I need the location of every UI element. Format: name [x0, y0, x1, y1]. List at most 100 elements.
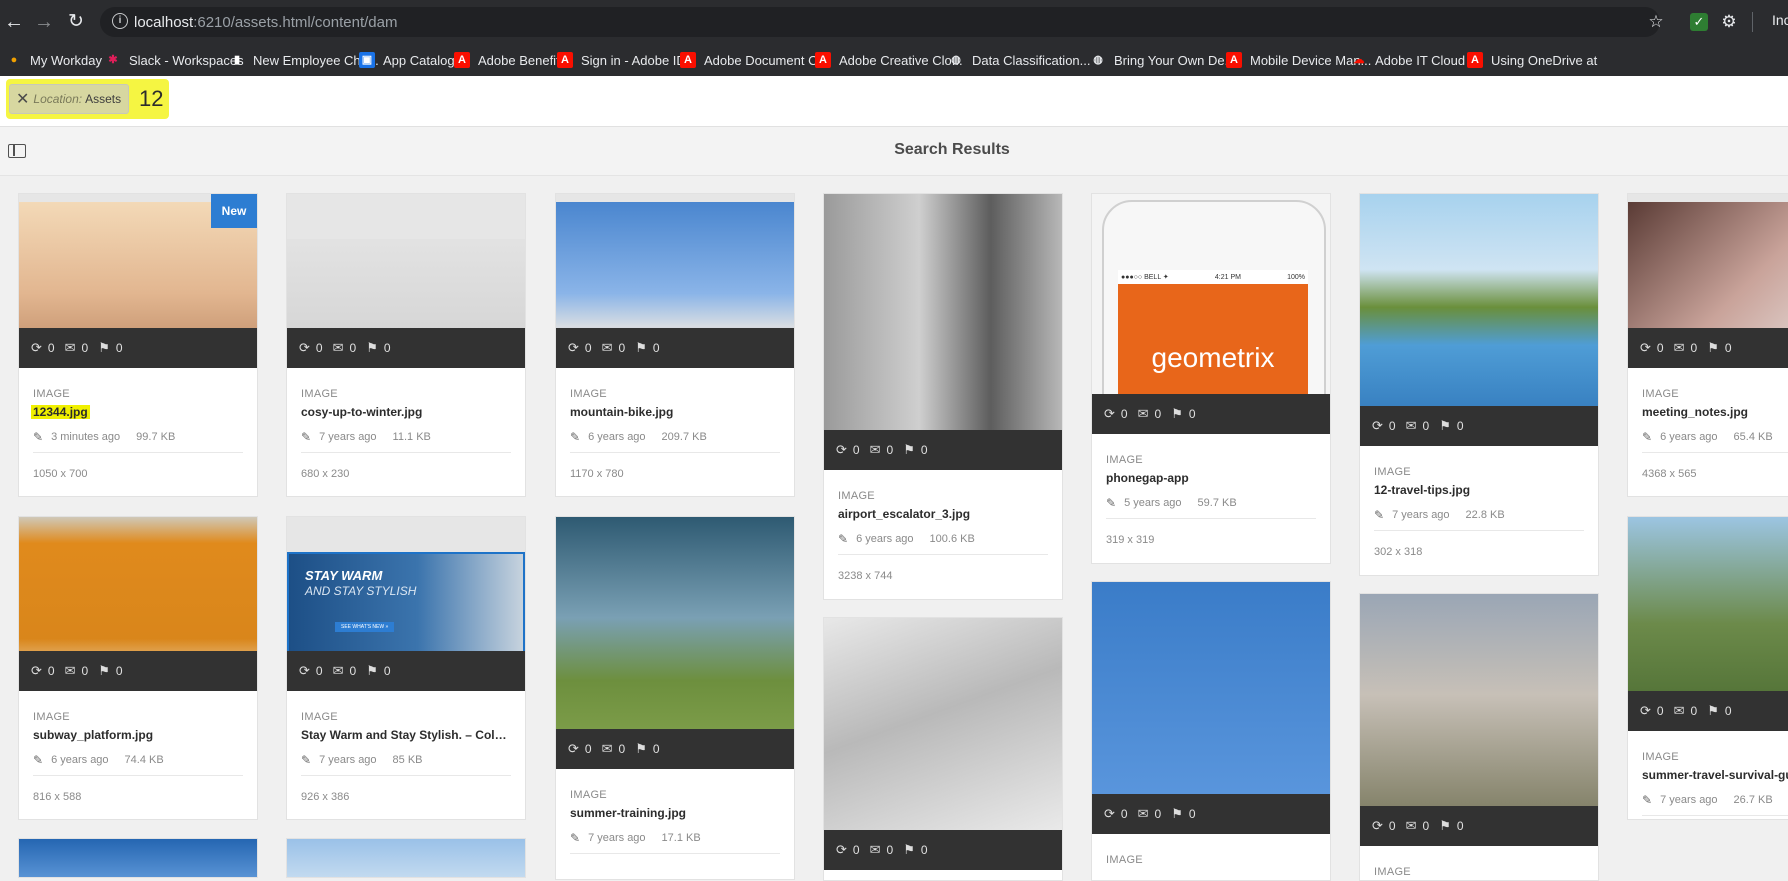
- asset-card[interactable]: ⟳ 0 ✉ 0 ⚑ 0: [823, 617, 1063, 881]
- url-text[interactable]: localhost:6210/assets.html/content/dam: [134, 14, 397, 31]
- bookmark-item[interactable]: A Using OneDrive at: [1467, 44, 1597, 76]
- asset-card[interactable]: ⟳ 0 ✉ 0 ⚑ 0 IMAGE: [1359, 593, 1599, 881]
- comments-icon: ✉: [1405, 818, 1417, 833]
- stat-refs: ⟳ 0: [1104, 406, 1128, 422]
- asset-title[interactable]: subway_platform.jpg: [33, 728, 243, 742]
- pencil-icon: ✎: [33, 753, 44, 767]
- bookmark-star-icon[interactable]: ☆: [1645, 12, 1667, 32]
- bookmark-item[interactable]: ● My Workday: [6, 44, 102, 76]
- forward-icon[interactable]: →: [30, 8, 58, 36]
- references-icon: ⟳: [299, 340, 310, 355]
- asset-card[interactable]: ⟳ 0 ✉ 0 ⚑ 0 IMAGE meeting_notes.jpg ✎ 6 years ago…: [1627, 193, 1788, 497]
- back-icon[interactable]: ←: [0, 8, 28, 36]
- modified-age: 3 minutes ago: [51, 431, 121, 443]
- file-size: 17.1 KB: [661, 832, 701, 844]
- stat-comments: ✉ 0: [65, 663, 89, 679]
- stat-refs: ⟳ 0: [31, 663, 55, 679]
- asset-title[interactable]: phonegap-app: [1106, 471, 1316, 485]
- asset-card[interactable]: [286, 838, 526, 878]
- asset-type: IMAGE: [838, 490, 875, 502]
- pencil-icon: ✎: [1106, 496, 1117, 510]
- bookmark-label: App Catalog: [383, 52, 455, 68]
- address-bar[interactable]: i localhost:6210/assets.html/content/dam: [100, 7, 1660, 37]
- stat-value: 0: [315, 664, 323, 678]
- stat-tasks: ⚑ 0: [635, 340, 659, 356]
- extension-icon[interactable]: ✓: [1690, 13, 1708, 31]
- stat-value: 0: [1388, 419, 1396, 433]
- asset-title[interactable]: summer-training.jpg: [570, 806, 780, 820]
- bookmark-item[interactable]: A Adobe Document C...: [680, 44, 828, 76]
- asset-meta: ✎ 6 years ago 209.7 KB: [570, 430, 707, 444]
- asset-title[interactable]: 12-travel-tips.jpg: [1374, 483, 1584, 497]
- asset-title[interactable]: meeting_notes.jpg: [1642, 405, 1788, 419]
- asset-thumbnail[interactable]: [19, 839, 257, 877]
- reload-icon[interactable]: ↻: [62, 8, 90, 36]
- toolbar-divider: [1752, 12, 1753, 32]
- bookmark-item[interactable]: A Mobile Device Man...: [1226, 44, 1371, 76]
- asset-card[interactable]: STAY WARM AND STAY STYLISH SEE WHAT'S NEW …: [286, 516, 526, 820]
- page-title: Search Results: [894, 141, 1010, 158]
- banner-subtitle: AND STAY STYLISH: [305, 584, 417, 598]
- asset-card[interactable]: ⟳ 0 ✉ 0 ⚑ 0 New IMAGE 12344.jpg ✎ 3 minutes ago 99.…: [18, 193, 258, 497]
- asset-stats-bar: ⟳ 0 ✉ 0 ⚑ 0: [1092, 394, 1330, 434]
- tasks-icon: ⚑: [1439, 418, 1451, 433]
- comments-icon: ✉: [332, 663, 344, 678]
- asset-card[interactable]: ⟳ 0 ✉ 0 ⚑ 0 IMAGE summer-travel-survival-gu ✎ 7 y…: [1627, 516, 1788, 820]
- asset-card[interactable]: [18, 838, 258, 878]
- asset-title[interactable]: Stay Warm and Stay Stylish. – Cold ...: [301, 728, 511, 742]
- location-filter-tag[interactable]: ✕ Location: Assets: [9, 84, 129, 114]
- bookmark-item[interactable]: ◍ Bring Your Own De...: [1090, 44, 1235, 76]
- asset-card[interactable]: ⟳ 0 ✉ 0 ⚑ 0 IMAGE summer-training.jpg ✎ 7 years a…: [555, 516, 795, 880]
- close-icon[interactable]: ✕: [16, 89, 29, 109]
- pencil-icon: ✎: [570, 831, 581, 845]
- asset-card[interactable]: ⟳ 0 ✉ 0 ⚑ 0 IMAGE subway_platform.jpg ✎ 6 years a…: [18, 516, 258, 820]
- slack-icon: ✱: [108, 54, 118, 66]
- modified-age: 6 years ago: [51, 754, 109, 766]
- url-host: localhost: [134, 14, 194, 31]
- stat-value: 0: [1456, 419, 1464, 433]
- tag-label: Location:: [33, 92, 83, 106]
- bookmark-item[interactable]: A Adobe Creative Clo...: [815, 44, 963, 76]
- bookmark-item[interactable]: A Adobe Benefits: [454, 44, 566, 76]
- asset-card[interactable]: ⟳ 0 ✉ 0 ⚑ 0 IMAGE airport_escalator_3.jpg ✎ 6 yea…: [823, 193, 1063, 600]
- bookmark-item[interactable]: A Sign in - Adobe ID: [557, 44, 686, 76]
- bookmark-item[interactable]: ◍ Data Classification...: [948, 44, 1090, 76]
- modified-age: 7 years ago: [1392, 509, 1450, 521]
- bookmark-item[interactable]: ✱ Slack - Workspaces: [105, 44, 243, 76]
- asset-card[interactable]: ⟳ 0 ✉ 0 ⚑ 0 IMAGE 12-travel-tips.jpg ✎ 7 years ag…: [1359, 193, 1599, 576]
- bookmark-item[interactable]: ☁ Adobe IT Cloud: [1351, 44, 1466, 76]
- phone-status-text: 4:21 PM: [1214, 273, 1241, 281]
- asset-card[interactable]: ⟳ 0 ✉ 0 ⚑ 0 IMAGE: [1091, 581, 1331, 881]
- modified-age: 6 years ago: [588, 431, 646, 443]
- asset-title[interactable]: airport_escalator_3.jpg: [838, 507, 1048, 521]
- asset-thumbnail[interactable]: [287, 839, 525, 877]
- asset-meta: ✎ 7 years ago 85 KB: [301, 753, 423, 767]
- bookmark-item[interactable]: ▮ New Employee Che...: [229, 44, 379, 76]
- stat-value: 0: [349, 664, 357, 678]
- asset-type: IMAGE: [1106, 854, 1143, 866]
- file-size: 59.7 KB: [1197, 497, 1237, 509]
- divider: [838, 554, 1048, 555]
- bookmark-item[interactable]: ▣ App Catalog: [359, 44, 455, 76]
- asset-type: IMAGE: [33, 711, 70, 723]
- asset-thumbnail[interactable]: [824, 194, 1062, 470]
- site-info-icon[interactable]: i: [112, 13, 128, 29]
- asset-card[interactable]: ⟳ 0 ✉ 0 ⚑ 0 IMAGE cosy-up-to-winter.jpg ✎ 7 years…: [286, 193, 526, 497]
- settings-gear-icon[interactable]: ⚙: [1718, 12, 1740, 32]
- modified-age: 5 years ago: [1124, 497, 1182, 509]
- asset-card[interactable]: ●●●○○ BELL ✦ 4:21 PM 100% geometrix ⟳ 0 ✉ 0 ⚑ 0 IM…: [1091, 193, 1331, 564]
- stat-value: 0: [81, 341, 89, 355]
- asset-title[interactable]: summer-travel-survival-gu: [1642, 768, 1788, 782]
- asset-type: IMAGE: [301, 711, 338, 723]
- asset-title[interactable]: mountain-bike.jpg: [570, 405, 780, 419]
- divider: [570, 853, 780, 854]
- asset-title[interactable]: cosy-up-to-winter.jpg: [301, 405, 511, 419]
- asset-title[interactable]: 12344.jpg: [31, 405, 90, 419]
- pencil-icon: ✎: [838, 532, 849, 546]
- stat-tasks: ⚑ 0: [903, 442, 927, 458]
- profile-label[interactable]: Inc: [1772, 12, 1788, 28]
- references-icon: ⟳: [1104, 806, 1115, 821]
- browser-toolbar: ← → ↻ i localhost:6210/assets.html/conte…: [0, 0, 1788, 44]
- asset-card[interactable]: ⟳ 0 ✉ 0 ⚑ 0 IMAGE mountain-bike.jpg ✎ 6 years ago…: [555, 193, 795, 497]
- tasks-icon: ⚑: [366, 663, 378, 678]
